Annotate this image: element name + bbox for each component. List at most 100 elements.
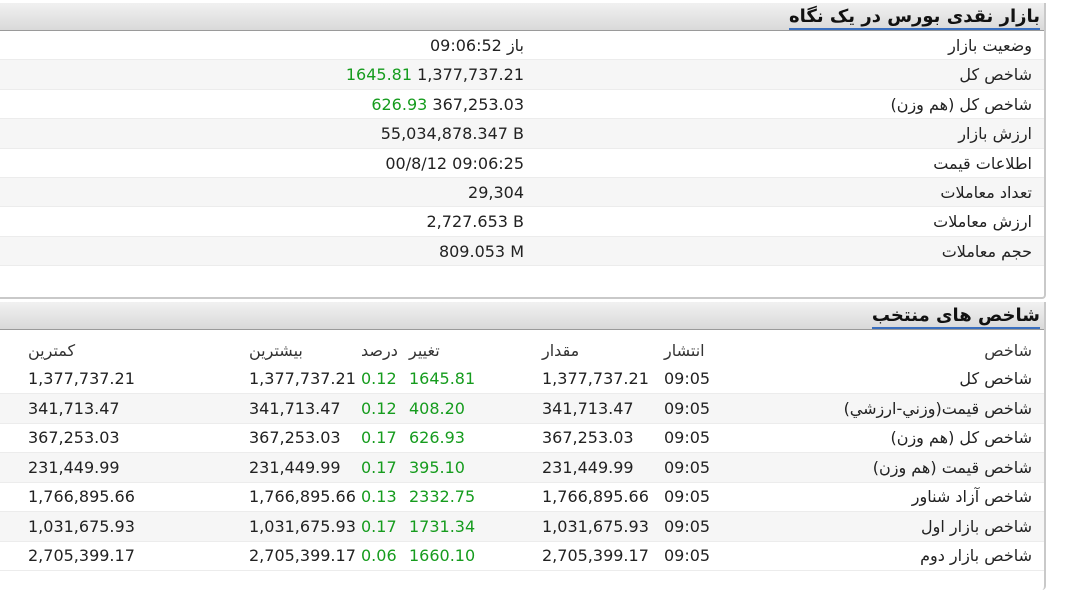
- index-name-cell[interactable]: شاخص كل: [744, 364, 1044, 394]
- index-change-cell: 1645.81: [409, 369, 476, 388]
- index-max-cell: 1,377,737.21: [249, 369, 356, 388]
- summary-row: ارزش معاملات 2,727.653 B: [0, 207, 1044, 237]
- selected-indices-panel: شاخص های منتخب شاخص انتشار مقدار تغییر د…: [0, 302, 1046, 590]
- index-percent-cell: 0.13: [361, 487, 397, 507]
- indices-table-row[interactable]: شاخص بازار دوم 09:05 2,705,399.17 1660.10 0.…: [0, 541, 1044, 571]
- index-max-cell: 2,705,399.17: [249, 546, 356, 566]
- summary-row-value: 2,727.653 B: [427, 207, 525, 236]
- market-summary-list: وضعیت بازار باز 09:06:52 شاخص کل 1645.81 1,…: [0, 31, 1044, 267]
- index-min-cell: 231,449.99: [28, 457, 120, 477]
- index-time-cell: 09:05: [664, 457, 711, 477]
- summary-row-label: ارزش بازار: [958, 124, 1032, 144]
- summary-row-value: 00/8/12 09:06:25: [385, 149, 524, 178]
- index-name-cell[interactable]: شاخص بازار اول: [744, 512, 1044, 542]
- summary-row: وضعیت بازار باز 09:06:52: [0, 31, 1044, 61]
- index-change-cell: 1660.10: [409, 546, 476, 566]
- summary-row: تعداد معاملات 29,304: [0, 177, 1044, 208]
- summary-row-main-value: 55,034,878.347 B: [380, 124, 524, 144]
- summary-row: حجم معاملات 809.053 M: [0, 236, 1044, 267]
- market-summary-title: بازار نقدی بورس در یک نگاه: [789, 6, 1040, 30]
- index-change-cell: 408.20: [409, 398, 465, 418]
- market-summary-panel: بازار نقدی بورس در یک نگاه وضعیت بازار با…: [0, 3, 1046, 299]
- summary-row-main-value: 367,253.03: [432, 94, 524, 114]
- summary-row-value: باز 09:06:52: [430, 31, 524, 60]
- index-max-cell: 341,713.47: [249, 398, 341, 418]
- summary-row-label: حجم معاملات: [941, 241, 1032, 261]
- summary-row-main-value: 00/8/12 09:06:25: [385, 153, 524, 173]
- index-percent-cell: 0.17: [361, 428, 397, 448]
- index-amount-cell: 341,713.47: [542, 398, 634, 418]
- index-change-cell: 1731.34: [409, 516, 476, 536]
- col-header-name[interactable]: شاخص: [744, 330, 1044, 364]
- index-percent-cell: 0.17: [361, 516, 397, 536]
- summary-row-change: 626.93: [371, 94, 428, 114]
- selected-indices-header: شاخص های منتخب: [0, 302, 1044, 330]
- index-amount-cell: 1,031,675.93: [542, 516, 649, 536]
- index-change-cell: 395.10: [409, 457, 465, 477]
- indices-table-body: شاخص كل 09:05 1,377,737.21 1645.81 0.12 1,377…: [0, 364, 1044, 571]
- col-header-change[interactable]: تغییر: [409, 330, 534, 364]
- market-summary-header: بازار نقدی بورس در یک نگاه: [0, 3, 1044, 31]
- summary-row-value: 1645.81 1,377,737.21: [346, 60, 524, 89]
- summary-row-value: 29,304: [468, 178, 524, 207]
- summary-row-main-value: 2,727.653 B: [426, 212, 525, 232]
- summary-row: ارزش بازار 55,034,878.347 B: [0, 119, 1044, 149]
- index-min-cell: 367,253.03: [28, 428, 120, 448]
- indices-table-row[interactable]: شاخص كل 09:05 1,377,737.21 1645.81 0.12 1,377…: [0, 364, 1044, 394]
- summary-row-main-value: 29,304: [468, 182, 524, 202]
- indices-table-header-row: شاخص انتشار مقدار تغییر درصد بیشترین کمت…: [0, 330, 1044, 364]
- col-header-max[interactable]: بیشترین: [241, 330, 361, 364]
- col-header-amount[interactable]: مقدار: [534, 330, 664, 364]
- index-max-cell: 231,449.99: [249, 457, 341, 477]
- index-time-cell: 09:05: [664, 546, 711, 566]
- index-min-cell: 1,031,675.93: [28, 516, 135, 536]
- index-time-cell: 09:05: [664, 428, 711, 448]
- summary-row-main-value: 809.053 M: [438, 241, 524, 261]
- index-change-cell: 626.93: [409, 428, 465, 448]
- summary-row: اطلاعات قیمت 00/8/12 09:06:25: [0, 149, 1044, 178]
- summary-row-change: 1645.81: [345, 65, 413, 85]
- index-percent-cell: 0.12: [361, 398, 397, 418]
- indices-table-row[interactable]: شاخص بازار اول 09:05 1,031,675.93 1731.34 0.…: [0, 511, 1044, 542]
- indices-table-row[interactable]: شاخص آزاد شناور 09:05 1,766,895.66 2332.75 0…: [0, 482, 1044, 512]
- index-max-cell: 1,031,675.93: [249, 516, 356, 536]
- index-amount-cell: 367,253.03: [542, 428, 634, 448]
- indices-table-row[interactable]: شاخص كل (هم وزن) 09:05 367,253.03 626.93 0.1…: [0, 423, 1044, 453]
- indices-table: شاخص انتشار مقدار تغییر درصد بیشترین کمت…: [0, 330, 1044, 571]
- summary-row-label: وضعیت بازار: [948, 36, 1032, 55]
- index-amount-cell: 1,377,737.21: [542, 369, 649, 388]
- col-header-time[interactable]: انتشار: [664, 330, 744, 364]
- col-header-percent[interactable]: درصد: [361, 330, 409, 364]
- selected-indices-title: شاخص های منتخب: [871, 305, 1040, 329]
- index-time-cell: 09:05: [664, 487, 711, 507]
- indices-table-row[interactable]: شاخص قيمت (هم وزن) 09:05 231,449.99 395.10 0…: [0, 452, 1044, 483]
- index-time-cell: 09:05: [664, 398, 711, 418]
- summary-row-main-value: 1,377,737.21: [417, 65, 524, 85]
- index-time-cell: 09:05: [664, 516, 711, 536]
- index-percent-cell: 0.06: [361, 546, 397, 566]
- index-time-cell: 09:05: [664, 369, 711, 388]
- summary-row-label: اطلاعات قیمت: [933, 153, 1032, 173]
- index-min-cell: 1,766,895.66: [28, 487, 135, 507]
- index-min-cell: 1,377,737.21: [28, 369, 135, 388]
- indices-table-row[interactable]: شاخص قيمت(وزني-ارزشي) 09:05 341,713.47 408.…: [0, 393, 1044, 424]
- index-min-cell: 2,705,399.17: [28, 546, 135, 566]
- index-max-cell: 367,253.03: [249, 428, 341, 448]
- index-min-cell: 341,713.47: [28, 398, 120, 418]
- summary-row-label: شاخص کل (هم وزن): [890, 94, 1032, 114]
- summary-row-value: 626.93 367,253.03: [371, 90, 524, 119]
- index-change-cell: 2332.75: [409, 487, 476, 507]
- summary-row-value: 809.053 M: [439, 237, 524, 266]
- index-name-cell[interactable]: شاخص قيمت (هم وزن): [744, 453, 1044, 483]
- col-header-min[interactable]: کمترین: [0, 330, 241, 364]
- index-name-cell[interactable]: شاخص بازار دوم: [744, 541, 1044, 571]
- index-name-cell[interactable]: شاخص كل (هم وزن): [744, 423, 1044, 453]
- index-max-cell: 1,766,895.66: [249, 487, 356, 507]
- index-name-cell[interactable]: شاخص آزاد شناور: [744, 482, 1044, 512]
- index-amount-cell: 231,449.99: [542, 457, 634, 477]
- index-amount-cell: 1,766,895.66: [542, 487, 649, 507]
- index-name-cell[interactable]: شاخص قيمت(وزني-ارزشي): [744, 394, 1044, 424]
- index-percent-cell: 0.12: [361, 369, 397, 388]
- summary-row-label: تعداد معاملات: [940, 182, 1032, 202]
- summary-row-label: ارزش معاملات: [933, 212, 1032, 232]
